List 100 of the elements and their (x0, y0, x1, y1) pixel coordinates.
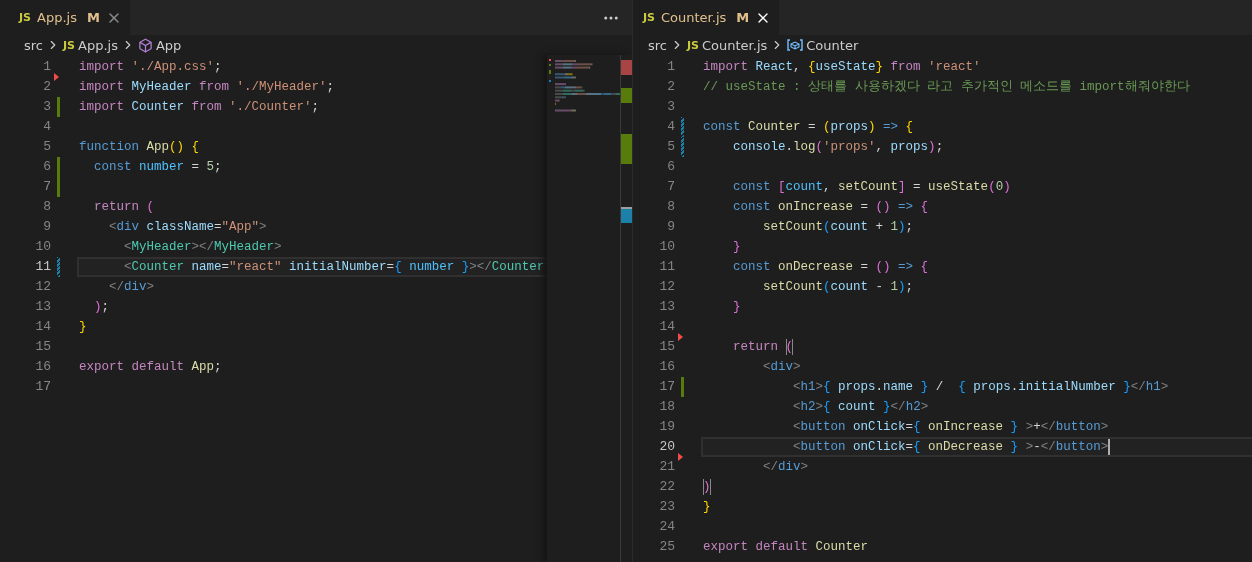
line-number: 11 (34, 258, 51, 276)
code-line: export default Counter (702, 539, 870, 556)
line-number: 21 (658, 458, 675, 476)
code-line: import MyHeader from './MyHeader'; (78, 79, 336, 96)
deleted-line-marker[interactable] (678, 333, 683, 341)
added-line-marker[interactable] (57, 177, 60, 197)
deleted-line-marker[interactable] (54, 73, 59, 81)
line-number: 10 (658, 238, 675, 256)
line-number: 20 (658, 438, 675, 456)
code-line: console.log('props', props); (732, 139, 945, 156)
line-number: 2 (42, 78, 51, 96)
line-number: 16 (658, 358, 675, 376)
code-line: return ( (93, 199, 156, 216)
line-number: 8 (42, 198, 51, 216)
line-number: 23 (658, 498, 675, 516)
cube-icon (137, 37, 153, 53)
modified-status: M (736, 10, 750, 25)
overview-ruler-drawing[interactable] (620, 55, 632, 562)
code-line: setCount(count + 1); (762, 219, 915, 236)
breadcrumb-item[interactable]: App.js (78, 37, 118, 53)
code-line: const number = 5; (93, 159, 223, 176)
line-number: 14 (34, 318, 51, 336)
code-line: const onIncrease = () => { (732, 199, 930, 216)
line-number: 6 (42, 158, 51, 176)
breadcrumb-item[interactable]: Counter.js (702, 37, 768, 53)
breadcrumb-item[interactable]: App (155, 37, 182, 53)
line-number: 4 (42, 118, 51, 136)
code-line: import Counter from './Counter'; (78, 99, 321, 116)
line-number: 25 (658, 538, 675, 556)
editor-tab[interactable]: JS App.js M (9, 0, 130, 35)
file-type-label: JS (63, 38, 75, 52)
line-number: 13 (658, 298, 675, 316)
modified-line-marker[interactable] (57, 257, 60, 277)
code-line: const [count, setCount] = useState(0) (732, 179, 1012, 196)
line-number: 9 (42, 218, 51, 236)
line-number: 7 (42, 178, 51, 196)
file-type-label: JS (643, 11, 655, 24)
line-number: 8 (666, 198, 675, 216)
code-line: } (702, 499, 712, 516)
line-number: 24 (658, 518, 675, 536)
added-line-marker[interactable] (57, 157, 60, 177)
line-number: 15 (34, 338, 51, 356)
code-line: <h2>{ count }</h2> (792, 399, 930, 416)
code-line: </div> (762, 459, 810, 476)
line-number: 11 (658, 258, 675, 276)
code-line: </div> (108, 279, 156, 296)
line-number: 1 (42, 58, 51, 76)
breadcrumb-item[interactable]: src (24, 37, 43, 53)
code-line: ) (702, 478, 712, 497)
breadcrumb-item[interactable]: Counter (806, 37, 859, 53)
code-line: export default App; (78, 359, 223, 376)
code-line: ); (93, 299, 111, 316)
line-number: 1 (666, 58, 675, 76)
tab-label: App.js (37, 10, 77, 25)
code-line: } (732, 239, 742, 256)
breadcrumb-item[interactable]: src (648, 37, 667, 53)
code-line: } (732, 299, 742, 316)
line-number: 3 (666, 98, 675, 116)
file-type-label: JS (687, 38, 699, 52)
line-number: 2 (666, 78, 675, 96)
code-line: const onDecrease = () => { (732, 259, 930, 276)
line-number: 7 (666, 178, 675, 196)
added-line-marker[interactable] (57, 97, 60, 117)
line-number: 17 (658, 378, 675, 396)
variable-icon (787, 39, 804, 51)
code-line: const Counter = (props) => { (702, 119, 915, 136)
tab-label: Counter.js (661, 10, 727, 25)
line-number: 15 (658, 338, 675, 356)
code-line: <MyHeader></MyHeader> (123, 239, 283, 256)
line-number: 12 (34, 278, 51, 296)
code-line: function App() { (78, 139, 201, 156)
file-type-label: JS (19, 11, 31, 24)
line-number: 4 (666, 118, 675, 136)
code-line: <button onClick={ onIncrease } >+</button> (792, 419, 1110, 436)
deleted-line-marker[interactable] (678, 453, 683, 461)
line-number: 13 (34, 298, 51, 316)
line-number: 12 (658, 278, 675, 296)
line-number: 18 (658, 398, 675, 416)
line-number: 16 (34, 358, 51, 376)
line-number: 10 (34, 238, 51, 256)
line-number: 17 (34, 378, 51, 396)
code-line: // useState : 상태를 사용하겠다 라고 추가적인 메소드를 import해줘야한다 (702, 79, 1191, 96)
code-line: } (78, 319, 88, 336)
line-number: 6 (666, 158, 675, 176)
code-line: import React, {useState} from 'react' (702, 59, 982, 76)
code-line: <div> (762, 359, 802, 376)
code-line: return ( (732, 338, 795, 357)
modified-status: M (86, 10, 100, 25)
line-number: 5 (42, 138, 51, 156)
editor-tab[interactable]: JS Counter.js M (633, 0, 780, 35)
line-number: 5 (666, 138, 675, 156)
modified-line-marker[interactable] (681, 137, 684, 157)
line-number: 19 (658, 418, 675, 436)
added-line-marker[interactable] (681, 377, 684, 397)
line-number: 3 (42, 98, 51, 116)
code-line: import './App.css'; (78, 59, 223, 76)
modified-line-marker[interactable] (681, 117, 684, 137)
code-line: <h1>{ props.name } / { props.initialNumber }</h1> (792, 379, 1170, 396)
code-line: <div className="App"> (108, 219, 268, 236)
line-number: 9 (666, 218, 675, 236)
